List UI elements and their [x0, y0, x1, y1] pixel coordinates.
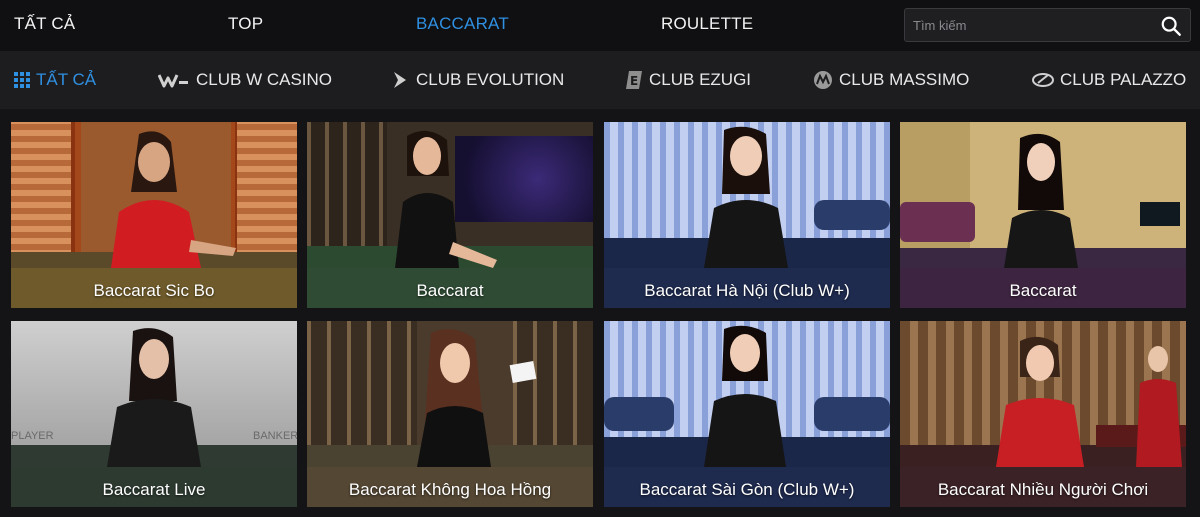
dealer-figure: [704, 126, 788, 268]
club-filter-label: CLUB MASSIMO: [839, 70, 970, 89]
ezugi-logo-icon: E: [626, 71, 642, 89]
game-card-baccarat-ha-noi[interactable]: Baccarat Hà Nội (Club W+): [604, 122, 890, 308]
game-card-baccarat-2[interactable]: Baccarat: [900, 122, 1186, 308]
dealer-figure: [111, 131, 236, 268]
search-icon[interactable]: [1160, 15, 1182, 37]
club-filter-label: CLUB W CASINO: [196, 70, 333, 89]
game-title: Baccarat Sài Gòn (Club W+): [639, 480, 855, 499]
club-filter-label: CLUB EZUGI: [649, 70, 752, 89]
club-filter-bar: TẤT CẢ CLUB W CASINO CLUB EVOLUTION E CL…: [0, 51, 1200, 109]
svg-text:E: E: [630, 74, 638, 88]
dealer-figure: [395, 130, 497, 268]
game-title: Baccarat Hà Nội (Club W+): [644, 281, 850, 300]
club-filter-w-casino[interactable]: CLUB W CASINO: [158, 70, 332, 90]
club-filter-ezugi[interactable]: E CLUB EZUGI: [625, 70, 751, 90]
game-card-baccarat-1[interactable]: Baccarat: [307, 122, 593, 308]
tab-baccarat[interactable]: BACCARAT: [416, 14, 509, 34]
tab-roulette[interactable]: ROULETTE: [661, 14, 753, 34]
dealer-figure: [417, 329, 537, 467]
game-title: Baccarat: [416, 281, 484, 300]
game-title: Baccarat Không Hoa Hồng: [348, 480, 552, 499]
tab-top[interactable]: TOP: [228, 14, 263, 34]
game-card-baccarat-live[interactable]: PLAYER BANKER Baccarat Live: [11, 321, 297, 507]
game-title: Baccarat: [1009, 281, 1077, 300]
svg-text:PLAYER: PLAYER: [11, 430, 54, 442]
grid-icon: [14, 72, 30, 88]
club-filter-palazzo[interactable]: CLUB PALAZZO: [1032, 70, 1186, 90]
club-filter-label: CLUB PALAZZO: [1060, 70, 1187, 89]
dealer-figure: [996, 336, 1182, 467]
club-filter-label: CLUB EVOLUTION: [416, 70, 565, 89]
dealer-figure: [1004, 133, 1078, 268]
club-filter-evolution[interactable]: CLUB EVOLUTION: [392, 70, 564, 90]
club-filter-massimo[interactable]: CLUB MASSIMO: [813, 70, 969, 90]
evolution-logo-icon: [394, 72, 406, 88]
svg-text:BANKER: BANKER: [253, 430, 297, 442]
game-card-baccarat-nhieu-nguoi-choi[interactable]: Baccarat Nhiều Người Chơi: [900, 321, 1186, 507]
game-title: Baccarat Live: [102, 480, 206, 499]
game-card-baccarat-sic-bo[interactable]: Baccarat Sic Bo: [11, 122, 297, 308]
game-grid: Baccarat Sic Bo Baccarat Baccarat Hà Nội…: [0, 109, 1200, 517]
game-title: Baccarat Sic Bo: [93, 281, 215, 300]
club-filter-label: TẤT CẢ: [36, 70, 97, 89]
search-box: [904, 8, 1191, 42]
game-card-baccarat-sai-gon[interactable]: Baccarat Sài Gòn (Club W+): [604, 321, 890, 507]
tab-all[interactable]: TẤT CẢ: [14, 14, 75, 34]
w-casino-logo-icon: [158, 74, 188, 88]
massimo-logo-icon: [814, 71, 832, 89]
palazzo-logo-icon: [1032, 73, 1054, 87]
game-title: Baccarat Nhiều Người Chơi: [937, 480, 1149, 499]
dealer-figure: [704, 325, 786, 467]
search-input[interactable]: [905, 9, 1155, 41]
game-card-baccarat-khong-hoa-hong[interactable]: Baccarat Không Hoa Hồng: [307, 321, 593, 507]
dealer-figure: PLAYER BANKER: [11, 328, 297, 467]
club-filter-all[interactable]: TẤT CẢ: [14, 70, 96, 90]
top-navigation: TẤT CẢ TOP BACCARAT ROULETTE: [0, 0, 1200, 51]
